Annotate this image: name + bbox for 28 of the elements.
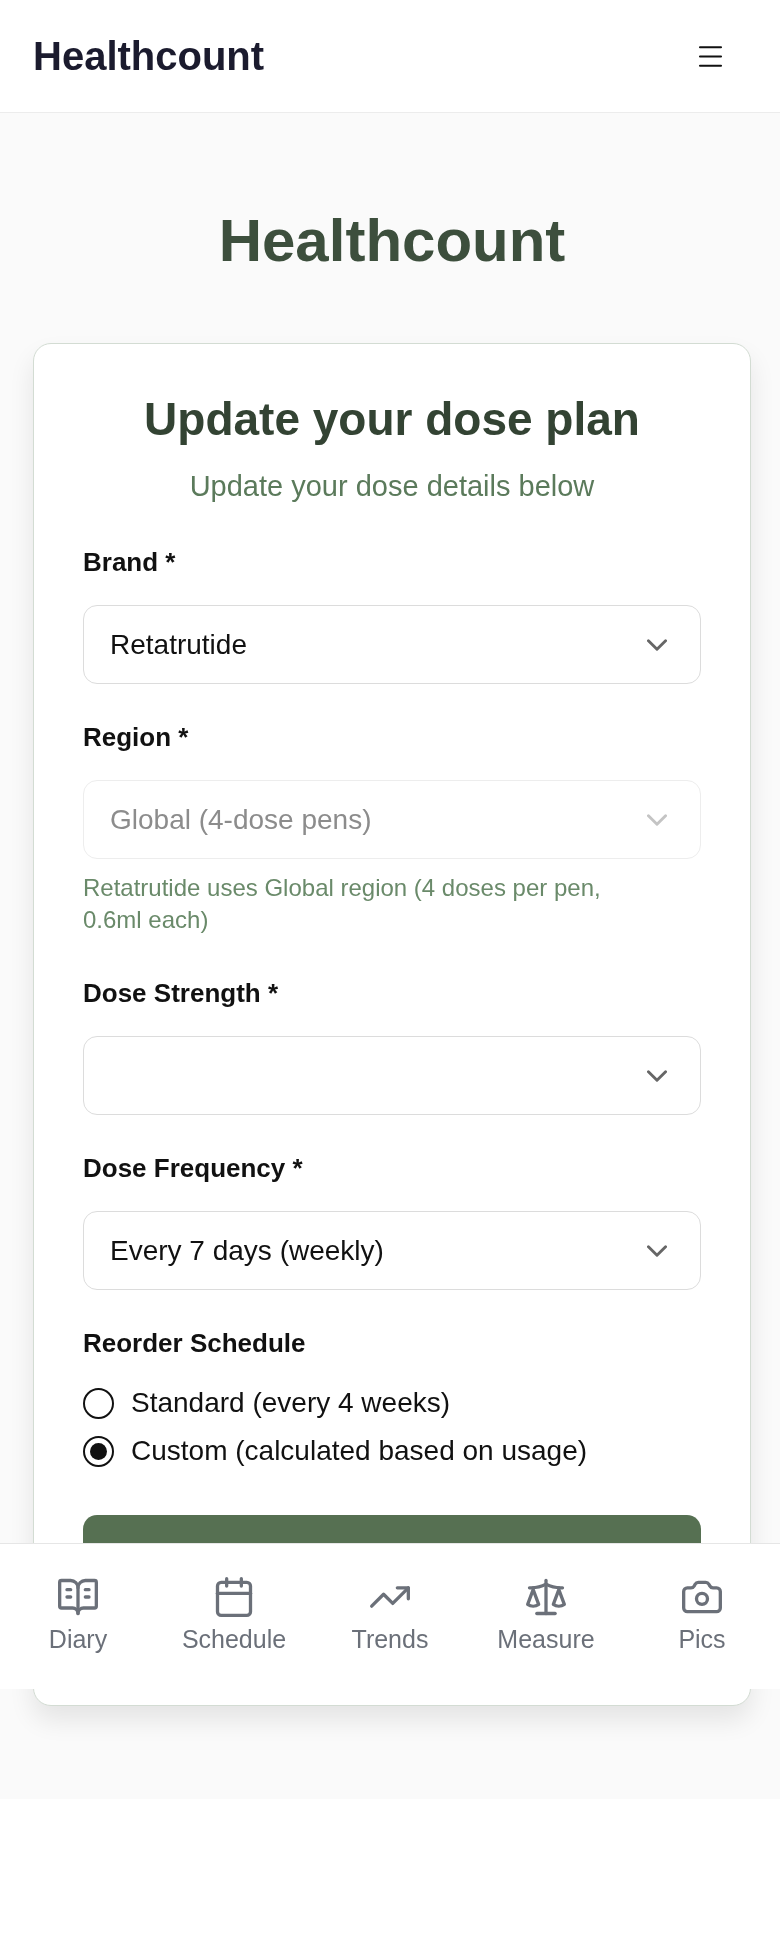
nav-tab[interactable]: Diary: [48, 1575, 108, 1654]
radio-label[interactable]: Custom (calculated based on usage): [131, 1435, 588, 1467]
radio-button[interactable]: [83, 1387, 114, 1419]
section-label: Reorder Schedule: [83, 1328, 307, 1358]
menu-button[interactable]: [698, 45, 723, 67]
radio-label[interactable]: Standard (every 4 weeks): [131, 1387, 451, 1419]
nav-tab[interactable]: Measure: [497, 1575, 595, 1654]
chevron-down-icon: [647, 638, 667, 651]
card-subtitle: Update your dose details below: [188, 470, 596, 502]
select-field[interactable]: Every 7 days (weekly): [83, 1211, 701, 1290]
help-text: Retatrutide uses Global region (4 doses per pen, 0.6ml each): [83, 873, 602, 935]
page-title: Healthcount: [217, 206, 567, 276]
field-label: Dose Strength *: [83, 978, 280, 1008]
chevron-down-icon: [647, 813, 667, 826]
nav-tab[interactable]: Pics: [678, 1575, 726, 1654]
card-title: Update your dose plan: [143, 392, 641, 446]
menu-icon: [698, 45, 723, 67]
field-label: Dose Frequency *: [83, 1153, 304, 1183]
field-label: Brand *: [83, 547, 177, 577]
app-logo-text: Healthcount: [33, 33, 265, 80]
nav-tab[interactable]: Schedule: [181, 1575, 287, 1654]
field-label: Region *: [83, 722, 190, 752]
select-field[interactable]: [83, 1036, 701, 1115]
radio-button[interactable]: [83, 1435, 114, 1467]
nav-tab[interactable]: Trends: [351, 1575, 429, 1654]
select-field[interactable]: Retatrutide: [83, 605, 701, 684]
chevron-down-icon: [647, 1069, 667, 1082]
chevron-down-icon: [647, 1244, 667, 1257]
